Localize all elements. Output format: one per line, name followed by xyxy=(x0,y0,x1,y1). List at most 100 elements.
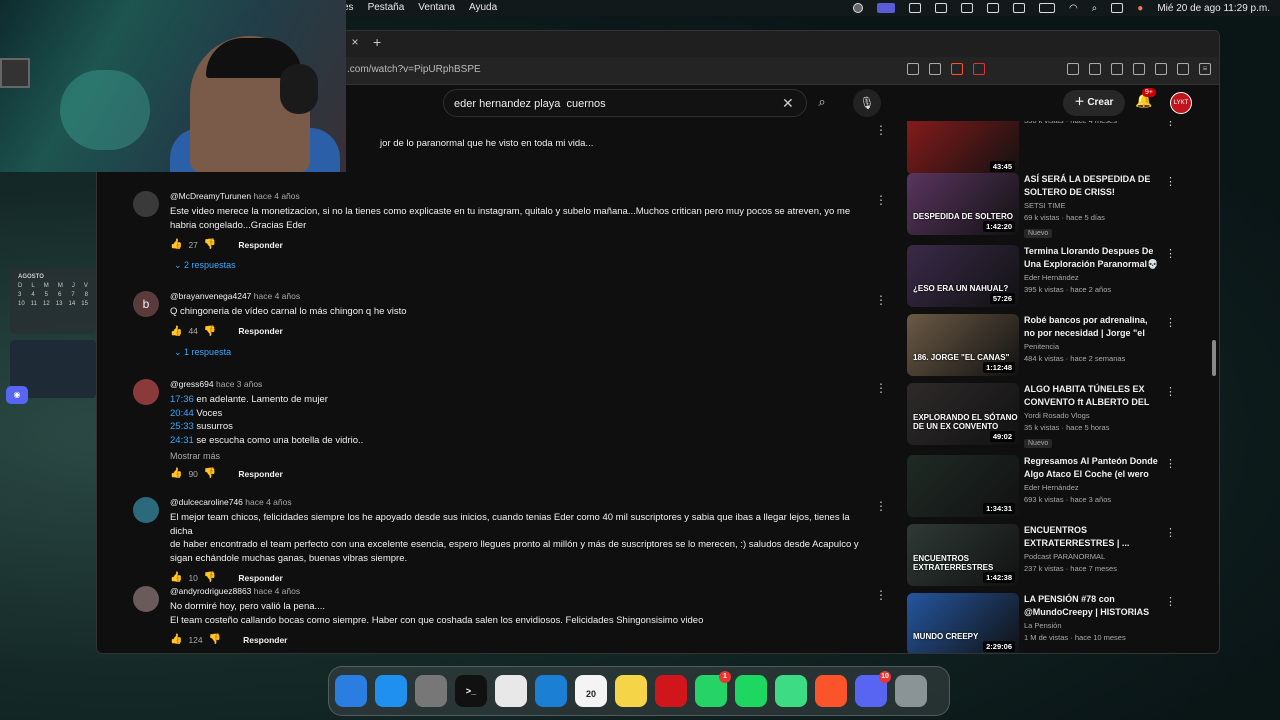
related-video[interactable]: 186. JORGE "EL CANAS" 1:12:48 Robé banco… xyxy=(907,314,1177,378)
view-replies-button[interactable]: ⌄ 1 respuesta xyxy=(174,347,860,358)
close-tab-icon[interactable]: × xyxy=(347,35,363,51)
related-video[interactable]: EXPLORANDO EL SÓTANO DE UN EX CONVENTO 4… xyxy=(907,383,1177,448)
brave-icon[interactable] xyxy=(815,675,847,707)
chrome-icon[interactable] xyxy=(495,675,527,707)
avatar[interactable] xyxy=(133,191,159,217)
brave-shield-icon[interactable] xyxy=(951,63,963,75)
new-tab-button[interactable]: + xyxy=(373,34,381,50)
comment-time[interactable]: hace 4 años xyxy=(253,191,299,201)
like-icon[interactable]: 👍 xyxy=(170,468,182,479)
video-title[interactable]: Robé bancos por adrenalina, no por neces… xyxy=(1024,314,1159,339)
status-dot-icon[interactable] xyxy=(852,3,863,13)
video-channel[interactable]: Podcast PARANORMAL xyxy=(1024,552,1159,561)
vpn-icon[interactable] xyxy=(1177,63,1189,75)
search-box[interactable]: ✕ xyxy=(443,89,807,117)
music-icon[interactable] xyxy=(1089,63,1101,75)
related-video[interactable]: MUNDO CREEPY 2:29:06 LA PENSIÓN #78 con … xyxy=(907,593,1177,653)
comment-author[interactable]: @McDreamyTurunen xyxy=(170,191,251,201)
dislike-icon[interactable]: 👎 xyxy=(204,239,216,250)
timestamp-link[interactable]: 25:33 xyxy=(170,421,194,432)
more-options-icon[interactable]: ⋮ xyxy=(875,193,887,207)
more-options-icon[interactable]: ⋮ xyxy=(1165,121,1176,128)
reply-button[interactable]: Responder xyxy=(238,573,282,583)
trash-icon[interactable] xyxy=(895,675,927,707)
menu-window[interactable]: Ventana xyxy=(418,0,455,16)
video-thumbnail[interactable]: ¿ESO ERA UN NAHUAL? 57:26 xyxy=(907,245,1019,307)
play-icon[interactable] xyxy=(1012,3,1025,13)
headphones-icon[interactable] xyxy=(986,3,999,13)
video-title[interactable]: ENCUENTROS EXTRATERRESTRES | ... xyxy=(1024,524,1159,549)
clock[interactable]: Mié 20 de ago 11:29 p.m. xyxy=(1157,3,1270,14)
more-options-icon[interactable]: ⋮ xyxy=(1165,385,1176,398)
reply-button[interactable]: Responder xyxy=(238,326,282,336)
siri-icon[interactable]: ● xyxy=(1137,3,1143,14)
more-options-icon[interactable]: ⋮ xyxy=(1165,316,1176,329)
dislike-icon[interactable]: 👎 xyxy=(209,634,221,645)
reply-button[interactable]: Responder xyxy=(238,469,282,479)
finder-icon[interactable] xyxy=(335,675,367,707)
reply-button[interactable]: Responder xyxy=(243,635,287,645)
video-thumbnail[interactable]: EXPLORANDO EL SÓTANO DE UN EX CONVENTO 4… xyxy=(907,383,1019,445)
clear-search-icon[interactable]: ✕ xyxy=(782,95,794,112)
video-thumbnail[interactable]: 43:45 xyxy=(907,121,1019,175)
comment-author[interactable]: @dulcecaroline746 xyxy=(170,497,243,507)
video-channel[interactable]: La Pensión xyxy=(1024,621,1159,630)
more-options-icon[interactable]: ⋮ xyxy=(1165,247,1176,260)
account-avatar[interactable]: LYKT xyxy=(1170,92,1192,114)
wallet-icon[interactable] xyxy=(1133,63,1145,75)
android-studio-icon[interactable] xyxy=(775,675,807,707)
sidebar-icon[interactable] xyxy=(1111,63,1123,75)
view-replies-button[interactable]: ⌄ 2 respuestas xyxy=(174,260,860,271)
spotify-icon[interactable] xyxy=(735,675,767,707)
create-button[interactable]: ＋ Crear xyxy=(1063,90,1125,116)
more-options-icon[interactable]: ⋮ xyxy=(1165,595,1176,608)
video-channel[interactable]: SETSI TIME xyxy=(1024,201,1159,210)
menu-tab[interactable]: Pestaña xyxy=(368,0,405,16)
screen-icon[interactable] xyxy=(907,63,919,75)
dislike-icon[interactable]: 👎 xyxy=(204,326,216,337)
riot-icon[interactable] xyxy=(655,675,687,707)
dislike-icon[interactable]: 👎 xyxy=(204,572,216,583)
shield-icon[interactable] xyxy=(934,3,947,13)
comment-time[interactable]: hace 3 años xyxy=(216,379,262,389)
menu-icon[interactable]: ≡ xyxy=(1199,63,1211,75)
system-settings-icon[interactable] xyxy=(415,675,447,707)
reader-icon[interactable] xyxy=(1067,63,1079,75)
discord-icon[interactable]: 10 xyxy=(855,671,891,707)
whatsapp-icon[interactable]: 1 xyxy=(695,671,731,707)
video-thumbnail[interactable]: ENCUENTROS EXTRATERRESTRES 1:42:38 xyxy=(907,524,1019,586)
more-options-icon[interactable]: ⋮ xyxy=(875,381,887,395)
comment-time[interactable]: hace 4 años xyxy=(254,586,300,596)
more-options-icon[interactable]: ⋮ xyxy=(1165,526,1176,539)
video-channel[interactable]: Yordi Rosado Vlogs xyxy=(1024,411,1159,420)
more-options-icon[interactable]: ⋮ xyxy=(875,123,887,137)
timestamp-link[interactable]: 17:36 xyxy=(170,394,194,405)
video-channel[interactable]: Eder Hernández xyxy=(1024,483,1159,492)
avatar[interactable] xyxy=(133,497,159,523)
related-video[interactable]: DESPEDIDA DE SOLTERO 1:42:20 ASÍ SERÁ LA… xyxy=(907,173,1177,238)
more-options-icon[interactable]: ⋮ xyxy=(1165,457,1176,470)
wifi-icon[interactable]: ◠ xyxy=(1069,3,1078,14)
video-title[interactable]: Regresamos Al Panteón Donde Algo Ataco E… xyxy=(1024,455,1159,480)
show-more-button[interactable]: Mostrar más xyxy=(170,451,860,461)
like-icon[interactable]: 👍 xyxy=(170,572,182,583)
avatar[interactable] xyxy=(133,379,159,405)
like-icon[interactable]: 👍 xyxy=(170,239,182,250)
related-video[interactable]: 43:45 336 k vistas · hace 4 meses ⋮ xyxy=(907,121,1177,177)
video-title[interactable]: ASÍ SERÁ LA DESPEDIDA DE SOLTERO DE CRIS… xyxy=(1024,173,1159,198)
video-title[interactable]: ALGO HABITA TÚNELES EX CONVENTO ft ALBER… xyxy=(1024,383,1159,408)
avatar[interactable]: b xyxy=(133,291,159,317)
url-field[interactable]: .com/watch?v=PipURphBSPE xyxy=(347,64,481,75)
calendar-widget[interactable]: AGOSTO D L M M J V 3 4 5 6 7 8 10 11 12 … xyxy=(10,268,96,334)
video-thumbnail[interactable]: 1:34:31 xyxy=(907,455,1019,517)
menu-help[interactable]: Ayuda xyxy=(469,0,497,16)
terminal-icon[interactable]: >_ xyxy=(455,675,487,707)
video-thumbnail[interactable]: MUNDO CREEPY 2:29:06 xyxy=(907,593,1019,653)
comment-author[interactable]: @andyrodriguez8863 xyxy=(170,586,251,596)
more-options-icon[interactable]: ⋮ xyxy=(875,293,887,307)
like-icon[interactable]: 👍 xyxy=(170,634,182,645)
vscode-icon[interactable] xyxy=(535,675,567,707)
leo-ai-icon[interactable] xyxy=(1155,63,1167,75)
battery-icon[interactable] xyxy=(1038,3,1055,13)
share-icon[interactable] xyxy=(929,63,941,75)
